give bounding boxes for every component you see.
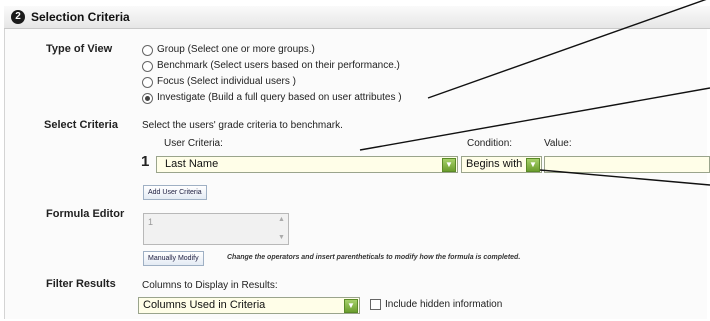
user-criteria-column-header: User Criteria: [164, 138, 223, 149]
radio-investigate-label: Investigate (Build a full query based on… [157, 92, 402, 103]
scroll-down-icon[interactable]: ▼ [277, 234, 286, 242]
radio-investigate[interactable] [142, 93, 153, 104]
columns-display-select[interactable]: Columns Used in Criteria ▼ [138, 297, 360, 314]
formula-help-text: Change the operators and insert parenthe… [227, 254, 521, 261]
condition-select-value: Begins with [466, 158, 523, 170]
radio-group[interactable] [142, 45, 153, 56]
value-column-header: Value: [544, 138, 572, 149]
radio-group-label: Group (Select one or more groups.) [157, 44, 315, 55]
formula-textarea-value: 1 [148, 217, 154, 227]
scroll-up-icon[interactable]: ▲ [277, 216, 286, 224]
columns-to-display-label: Columns to Display in Results: [142, 280, 278, 291]
type-of-view-label: Type of View [46, 43, 113, 55]
criteria-row-number: 1 [141, 153, 150, 170]
select-criteria-label: Select Criteria [44, 119, 118, 131]
select-criteria-instruction: Select the users' grade criteria to benc… [142, 120, 343, 131]
formula-editor-label: Formula Editor [46, 208, 125, 220]
value-input[interactable] [544, 156, 710, 173]
user-criteria-select-value: Last Name [165, 158, 219, 170]
manually-modify-button[interactable]: Manually Modify [143, 251, 204, 266]
radio-benchmark-label: Benchmark (Select users based on their p… [157, 60, 400, 71]
section-header: 2 Selection Criteria [4, 6, 710, 29]
user-criteria-select[interactable]: Last Name ▼ [156, 156, 458, 173]
filter-results-label: Filter Results [46, 278, 116, 290]
chevron-down-icon[interactable]: ▼ [344, 299, 358, 313]
radio-focus-label: Focus (Select individual users ) [157, 76, 296, 87]
step-number-badge: 2 [11, 10, 25, 24]
condition-select[interactable]: Begins with ▼ [461, 156, 542, 173]
chevron-down-icon[interactable]: ▼ [442, 158, 456, 172]
include-hidden-checkbox[interactable] [370, 299, 381, 310]
section-title: Selection Criteria [31, 10, 130, 24]
add-user-criteria-button[interactable]: Add User Criteria [143, 185, 207, 200]
radio-benchmark[interactable] [142, 61, 153, 72]
include-hidden-label: Include hidden information [385, 299, 503, 310]
columns-display-select-value: Columns Used in Criteria [143, 299, 266, 311]
chevron-down-icon[interactable]: ▼ [526, 158, 540, 172]
formula-textarea[interactable]: 1 ▲ ▼ [143, 213, 289, 245]
condition-column-header: Condition: [467, 138, 513, 149]
radio-focus[interactable] [142, 77, 153, 88]
